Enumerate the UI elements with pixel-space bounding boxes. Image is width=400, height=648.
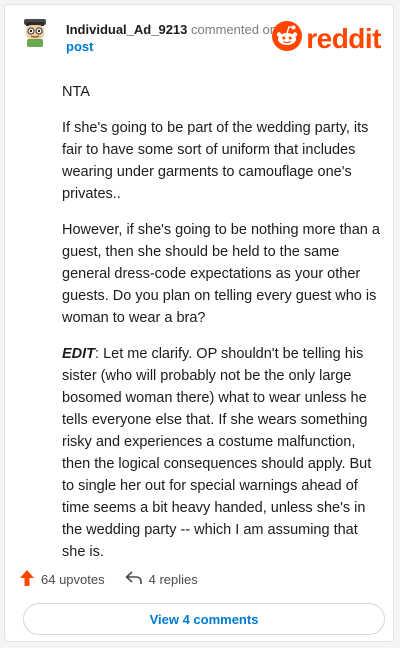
comment-paragraph-1: NTA	[62, 84, 90, 100]
reddit-brand[interactable]: reddit	[272, 21, 381, 56]
upvote-arrow-icon	[19, 569, 35, 590]
comment-paragraph-2: If she's going to be part of the wedding…	[62, 120, 369, 202]
reddit-logo-icon	[272, 21, 303, 56]
replies-button[interactable]: 4 replies	[125, 570, 198, 589]
commented-on-text: commented on	[191, 22, 278, 37]
comment-header: Individual_Ad_9213 commented on post	[66, 21, 281, 55]
comment-actions: 64 upvotes 4 replies	[19, 569, 218, 590]
reply-arrow-icon	[125, 570, 143, 589]
view-comments-button[interactable]: View 4 comments	[23, 603, 385, 635]
comment-paragraph-3: However, if she's going to be nothing mo…	[62, 222, 380, 326]
reddit-wordmark: reddit	[306, 22, 381, 54]
avatar[interactable]	[19, 16, 51, 48]
comment-edit-paragraph: EDIT: Let me clarify. OP shouldn't be te…	[62, 343, 384, 563]
replies-count: 4 replies	[148, 572, 198, 587]
edit-label: EDIT	[62, 346, 96, 362]
edit-text: : Let me clarify. OP shouldn't be tellin…	[62, 346, 372, 560]
comment-body: NTA If she's going to be part of the wed…	[62, 81, 384, 577]
post-link[interactable]: post	[66, 39, 93, 54]
upvotes-count: 64 upvotes	[41, 572, 105, 587]
comment-card: Individual_Ad_9213 commented on post red…	[4, 4, 394, 642]
username[interactable]: Individual_Ad_9213	[66, 22, 187, 37]
upvote-button[interactable]: 64 upvotes	[19, 569, 105, 590]
